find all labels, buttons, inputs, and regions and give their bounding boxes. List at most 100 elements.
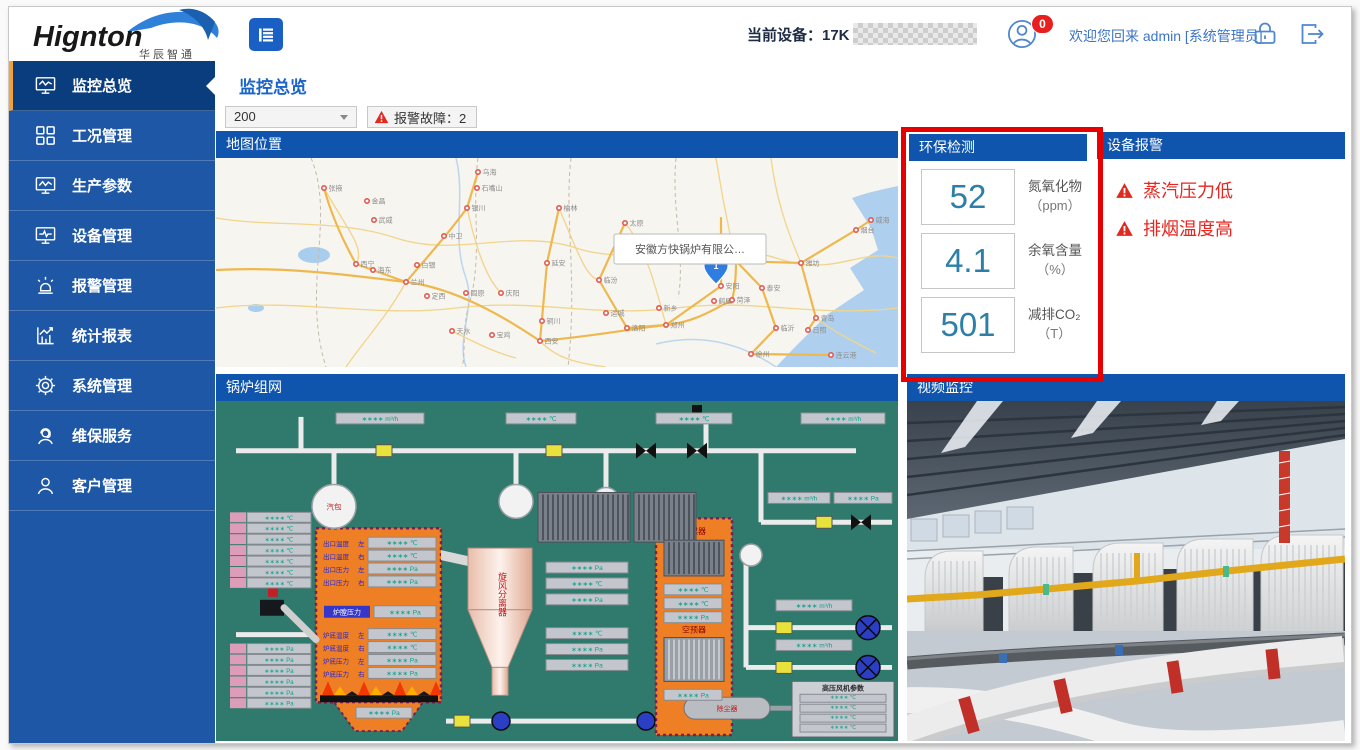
- monitor-icon: [34, 74, 57, 97]
- svg-text:海东: 海东: [378, 266, 392, 275]
- page-title: 监控总览: [239, 73, 307, 98]
- svg-text:天水: 天水: [457, 327, 471, 336]
- svg-text:太原: 太原: [630, 219, 644, 228]
- metric-row-nox: 52 氮氧化物（ppm）: [921, 169, 1087, 225]
- svg-text:∗∗∗∗ ℃: ∗∗∗∗ ℃: [387, 645, 418, 652]
- metric-value: 52: [921, 169, 1015, 225]
- alarm-lamp-icon: [34, 274, 57, 297]
- monitor-chart-icon: [34, 174, 57, 197]
- svg-text:郑州: 郑州: [671, 322, 685, 330]
- svg-text:∗∗∗∗ ℃: ∗∗∗∗ ℃: [387, 540, 418, 547]
- sidebar-item-label: 维保服务: [72, 425, 132, 446]
- svg-text:炉底温度: 炉底温度: [323, 631, 349, 640]
- svg-text:∗∗∗∗ Pa: ∗∗∗∗ Pa: [677, 615, 709, 622]
- sidebar-item-customer-mgmt[interactable]: 客户管理: [9, 461, 215, 511]
- svg-text:菏泽: 菏泽: [737, 296, 751, 305]
- top-header: Hignton 华辰智通 当前设备：17K 0: [9, 7, 1351, 63]
- current-device: 当前设备：17K: [747, 23, 977, 45]
- svg-text:安阳: 安阳: [726, 282, 740, 291]
- sidebar-item-monitor-overview[interactable]: 监控总览: [9, 61, 215, 111]
- env-panel-header: 环保检测: [909, 134, 1087, 161]
- svg-text:炉膛压力: 炉膛压力: [333, 608, 361, 617]
- video-monitor-panel: 视频监控: [907, 374, 1345, 741]
- svg-text:炉底压力: 炉底压力: [323, 656, 349, 665]
- svg-text:∗∗∗∗ Pa: ∗∗∗∗ Pa: [571, 662, 603, 669]
- user-name: admin [系统管理员]: [1143, 28, 1263, 44]
- svg-text:右: 右: [358, 644, 365, 653]
- svg-text:青岛: 青岛: [821, 314, 835, 323]
- svg-text:∗∗∗∗ ℃: ∗∗∗∗ ℃: [678, 587, 709, 594]
- sidebar-item-production-params[interactable]: 生产参数: [9, 161, 215, 211]
- sidebar-nav: 监控总览 工况管理 生产参数 设备管理 报警管理: [9, 61, 215, 743]
- sidebar-item-system-mgmt[interactable]: 系统管理: [9, 361, 215, 411]
- svg-text:日照: 日照: [813, 327, 827, 335]
- sidebar-item-maintenance[interactable]: 维保服务: [9, 411, 215, 461]
- boiler-network-panel: 锅炉组网: [216, 374, 898, 741]
- svg-text:∗∗∗∗ Pa: ∗∗∗∗ Pa: [386, 566, 418, 573]
- svg-text:右: 右: [358, 578, 365, 587]
- video-feed-image[interactable]: [907, 401, 1345, 741]
- svg-text:兰州: 兰州: [411, 278, 425, 287]
- svg-text:∗∗∗∗ Pa: ∗∗∗∗ Pa: [386, 657, 418, 664]
- svg-text:左: 左: [358, 565, 365, 574]
- svg-text:∗∗∗∗ Pa: ∗∗∗∗ Pa: [368, 710, 400, 717]
- sidebar-item-label: 客户管理: [72, 475, 132, 496]
- svg-text:铜川: 铜川: [547, 317, 561, 326]
- svg-text:运城: 运城: [611, 310, 625, 318]
- gear-icon: [34, 374, 57, 397]
- notification-badge[interactable]: 0: [1031, 14, 1054, 34]
- svg-text:左: 左: [358, 539, 365, 548]
- device-select[interactable]: 200: [225, 106, 357, 128]
- person-icon: [34, 474, 57, 497]
- headset-person-icon: [34, 424, 57, 447]
- svg-text:出口温度: 出口温度: [323, 539, 349, 548]
- lock-screen-icon[interactable]: [1251, 20, 1279, 48]
- svg-text:炉底温度: 炉底温度: [323, 644, 349, 653]
- sidebar-item-statistics[interactable]: 统计报表: [9, 311, 215, 361]
- env-monitor-panel: 环保检测 52 氮氧化物（ppm） 4.1 余氧含量（%） 501 减排CO₂（…: [909, 134, 1087, 367]
- chart-report-icon: [34, 324, 57, 347]
- svg-text:旋风分离器: 旋风分离器: [497, 571, 507, 617]
- svg-text:∗∗∗∗ m³/h: ∗∗∗∗ m³/h: [796, 643, 833, 650]
- sidebar-item-label: 系统管理: [72, 375, 132, 396]
- svg-text:∗∗∗∗ Pa: ∗∗∗∗ Pa: [264, 691, 294, 697]
- svg-text:∗∗∗∗ Pa: ∗∗∗∗ Pa: [677, 692, 709, 699]
- svg-text:∗∗∗∗ Pa: ∗∗∗∗ Pa: [571, 597, 603, 604]
- menu-list-icon: [256, 25, 276, 45]
- svg-text:∗∗∗∗ ℃: ∗∗∗∗ ℃: [830, 694, 856, 701]
- monitor-settings-icon: [34, 224, 57, 247]
- svg-text:右: 右: [358, 669, 365, 678]
- svg-text:∗∗∗∗ Pa: ∗∗∗∗ Pa: [264, 658, 294, 664]
- metric-row-co2: 501 减排CO₂（T）: [921, 297, 1087, 353]
- svg-text:银川: 银川: [472, 204, 486, 213]
- svg-text:固原: 固原: [471, 290, 485, 298]
- sidebar-item-device-mgmt[interactable]: 设备管理: [9, 211, 215, 261]
- svg-text:连云港: 连云港: [836, 351, 857, 360]
- svg-text:左: 左: [358, 656, 365, 665]
- device-alarm-panel: 设备报警 蒸汽压力低 排烟温度高: [1097, 132, 1345, 367]
- menu-toggle-button[interactable]: [249, 18, 283, 51]
- svg-text:∗∗∗∗ m³/h: ∗∗∗∗ m³/h: [825, 416, 862, 423]
- svg-text:炉底压力: 炉底压力: [323, 669, 349, 678]
- sidebar-item-alarm-mgmt[interactable]: 报警管理: [9, 261, 215, 311]
- map-image[interactable]: 张掖金昌武威乌海石嘴山银川中卫西宁海东兰州白银定西天水固原庆阳宝鸡西安铜川延安榆…: [216, 158, 898, 367]
- svg-text:西安: 西安: [545, 337, 559, 346]
- svg-text:∗∗∗∗ ℃: ∗∗∗∗ ℃: [265, 569, 294, 576]
- svg-text:延安: 延安: [552, 259, 566, 268]
- map-panel-header: 地图位置: [216, 131, 898, 158]
- sidebar-item-label: 生产参数: [72, 175, 132, 196]
- svg-text:临沂: 临沂: [781, 324, 795, 333]
- svg-text:∗∗∗∗ m³/h: ∗∗∗∗ m³/h: [362, 416, 399, 423]
- logout-icon[interactable]: [1297, 20, 1325, 48]
- welcome-text: 欢迎您回来 admin [系统管理员]: [1069, 26, 1263, 46]
- svg-text:武威: 武威: [379, 216, 393, 225]
- alarm-fault-chip[interactable]: 报警故障：2: [367, 106, 477, 128]
- sidebar-item-condition-mgmt[interactable]: 工况管理: [9, 111, 215, 161]
- svg-text:∗∗∗∗ ℃: ∗∗∗∗ ℃: [572, 631, 603, 638]
- svg-text:∗∗∗∗ Pa: ∗∗∗∗ Pa: [386, 670, 418, 677]
- svg-text:石嘴山: 石嘴山: [482, 184, 503, 193]
- app-window: Hignton 华辰智通 当前设备：17K 0: [8, 6, 1352, 744]
- svg-text:∗∗∗∗ ℃: ∗∗∗∗ ℃: [830, 724, 856, 731]
- sidebar-item-label: 统计报表: [72, 325, 132, 346]
- svg-text:洛阳: 洛阳: [632, 324, 646, 333]
